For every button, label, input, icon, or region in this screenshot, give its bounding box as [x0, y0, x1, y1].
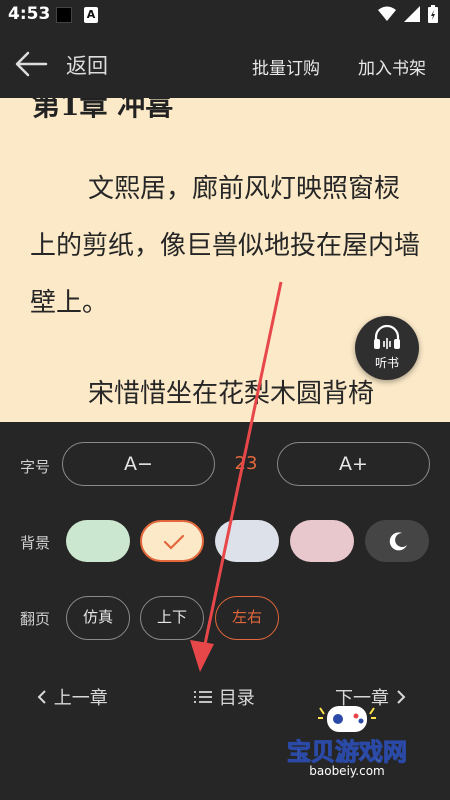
reading-area[interactable]: 第1章 冲喜 文熙居，廊前风灯映照窗棂上的剪纸，像巨兽似地投在屋内墙壁上。 宋惜…	[0, 98, 450, 422]
watermark-url: baobeiy.com	[309, 764, 385, 778]
bg-swatch-green[interactable]	[66, 520, 130, 562]
listen-book-button[interactable]: 听书	[355, 316, 419, 380]
page-turn-horizontal-button[interactable]: 左右	[215, 596, 279, 640]
font-increase-button[interactable]: A+	[277, 442, 430, 486]
back-arrow-icon[interactable]	[14, 50, 48, 78]
bg-swatch-pink[interactable]	[290, 520, 354, 562]
font-decrease-button[interactable]: A−	[62, 442, 215, 486]
font-size-label: 字号	[20, 458, 51, 476]
back-button[interactable]: 返回	[66, 50, 108, 80]
listen-label: 听书	[374, 356, 399, 370]
headphones-icon	[374, 324, 400, 349]
prev-chapter-label: 上一章	[53, 688, 108, 709]
bg-swatch-night[interactable]	[365, 520, 429, 562]
toc-label: 目录	[218, 688, 255, 709]
page-turn-vertical-button[interactable]: 上下	[140, 596, 204, 640]
page-turn-label: 翻页	[20, 610, 51, 628]
list-icon	[194, 691, 212, 703]
wifi-icon	[378, 6, 396, 21]
paragraph: 文熙居，廊前风灯映照窗棂上的剪纸，像巨兽似地投在屋内墙壁上。	[30, 174, 421, 318]
paragraph: 宋惜惜坐在花梨木圆背椅	[88, 379, 375, 409]
watermark-text: 宝贝游戏网	[287, 738, 408, 767]
toc-button[interactable]: 目录	[193, 684, 255, 710]
site-watermark-logo: 宝贝游戏网 baobeiy.com	[272, 700, 422, 790]
chapter-title: 第1章 冲喜	[32, 98, 174, 122]
prev-chapter-button[interactable]: 上一章	[36, 684, 108, 710]
gamepad-mascot-icon	[318, 706, 376, 732]
font-size-value: 23	[234, 453, 258, 474]
status-time: 4:53	[8, 4, 51, 24]
page-turn-simulate-button[interactable]: 仿真	[66, 596, 130, 640]
battery-icon	[428, 5, 438, 23]
signal-icon	[404, 6, 420, 22]
status-icons	[378, 5, 438, 23]
top-bar: 返回 批量订购 加入书架	[0, 30, 450, 98]
check-icon	[163, 534, 185, 550]
status-bar: 4:53 A	[0, 0, 450, 30]
batch-purchase-button[interactable]: 批量订购	[252, 54, 320, 79]
bg-swatch-gray[interactable]	[215, 520, 279, 562]
moon-icon	[389, 532, 407, 551]
background-label: 背景	[20, 534, 51, 552]
notification-square-icon	[56, 7, 72, 23]
chevron-left-icon	[37, 690, 46, 704]
add-to-shelf-button[interactable]: 加入书架	[358, 54, 426, 79]
notification-app-icon: A	[84, 7, 98, 23]
bg-swatch-cream[interactable]	[140, 520, 204, 562]
